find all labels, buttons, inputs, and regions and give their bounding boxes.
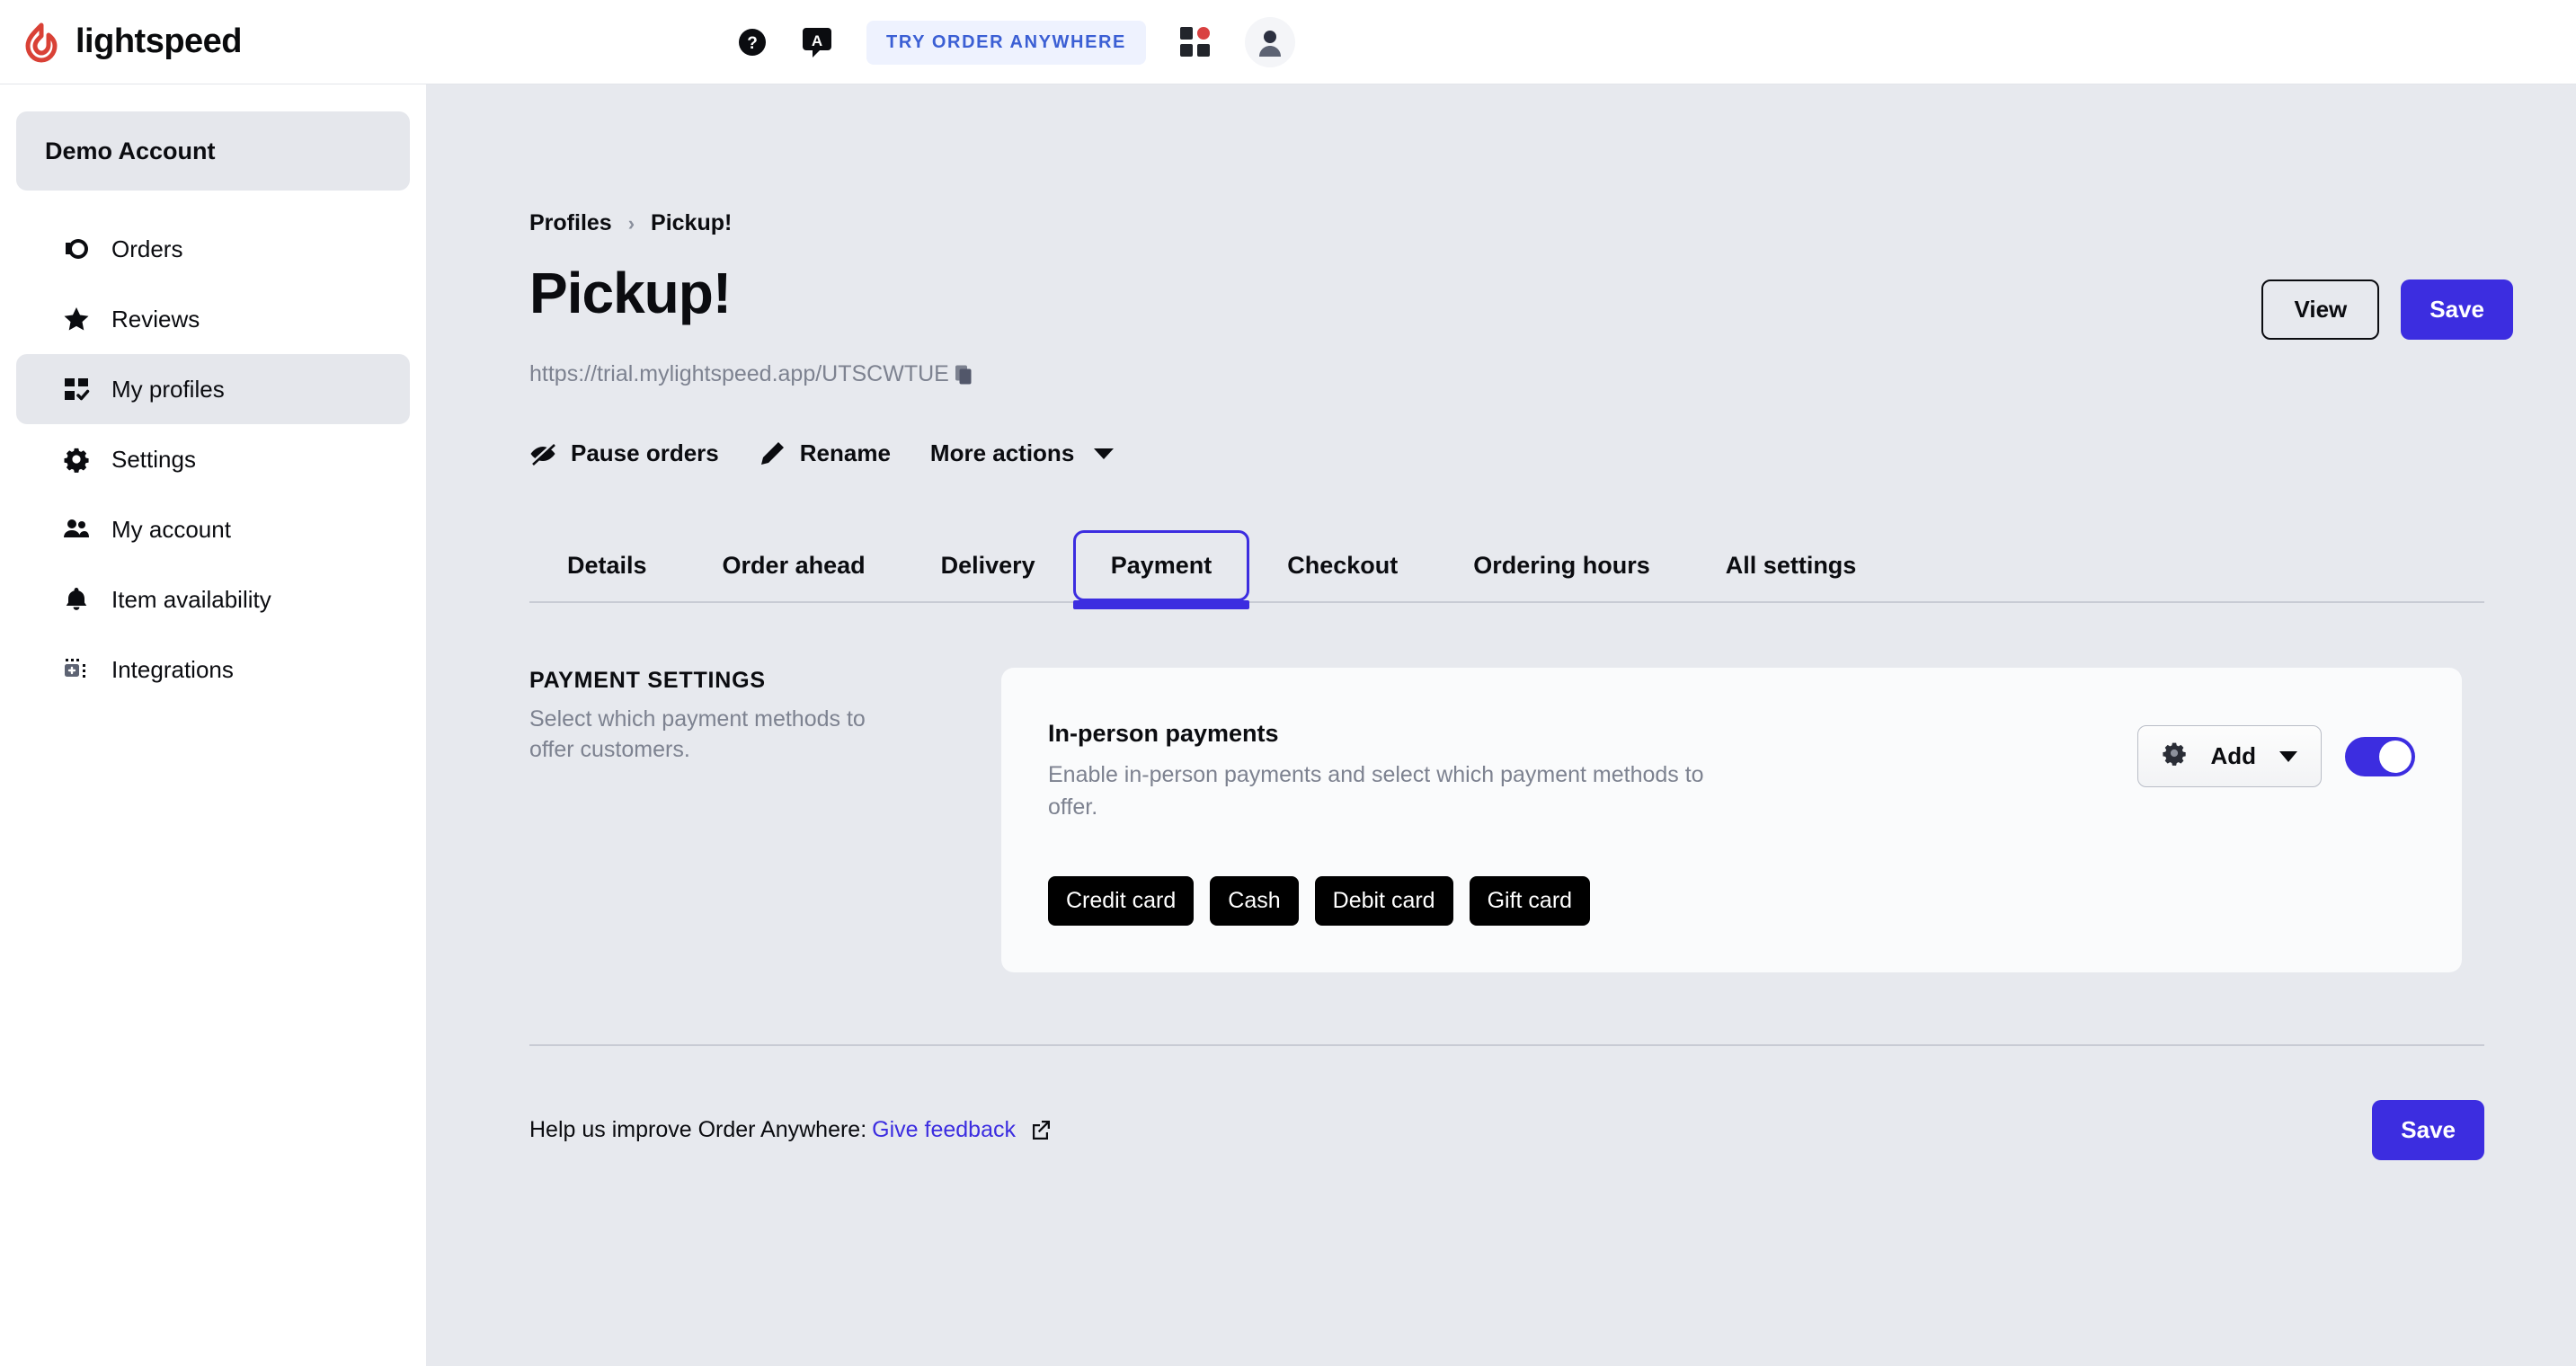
account-selector[interactable]: Demo Account bbox=[16, 111, 410, 191]
breadcrumb-current: Pickup! bbox=[651, 210, 733, 235]
sidebar-item-label: Reviews bbox=[111, 305, 200, 333]
sidebar-nav: Orders Reviews My profiles Settings My a… bbox=[0, 214, 426, 705]
give-feedback-link[interactable]: Give feedback bbox=[872, 1117, 1016, 1143]
chip-debit-card[interactable]: Debit card bbox=[1314, 875, 1453, 926]
profiles-grid-icon bbox=[63, 376, 90, 403]
gear-icon bbox=[63, 446, 90, 473]
top-bar-actions: ? A TRY ORDER ANYWHERE bbox=[737, 0, 1295, 84]
card-header-row: In-person payments Enable in-person paym… bbox=[1048, 720, 2415, 824]
feedback-prompt: Help us improve Order Anywhere: bbox=[529, 1116, 867, 1142]
breadcrumb: Profiles › Pickup! bbox=[529, 210, 2513, 236]
payment-settings-section: PAYMENT SETTINGS Select which payment me… bbox=[529, 668, 2513, 972]
settings-tabs: Details Order ahead Delivery Payment Che… bbox=[529, 530, 2484, 609]
svg-text:?: ? bbox=[747, 34, 758, 53]
sidebar-item-label: Settings bbox=[111, 445, 196, 473]
top-bar: lightspeed ? A TRY ORDER ANYWHERE bbox=[0, 0, 2576, 84]
app-switcher-grid-icon[interactable] bbox=[1180, 27, 1211, 58]
chip-credit-card[interactable]: Credit card bbox=[1048, 875, 1195, 926]
toggle-knob bbox=[2379, 740, 2412, 773]
tab-all-settings[interactable]: All settings bbox=[1688, 530, 1895, 601]
breadcrumb-parent[interactable]: Profiles bbox=[529, 210, 612, 236]
more-actions-button[interactable]: More actions bbox=[929, 439, 1115, 467]
action-label: Rename bbox=[799, 439, 891, 466]
sidebar: Demo Account Orders Reviews My profiles … bbox=[0, 84, 426, 1366]
chip-cash[interactable]: Cash bbox=[1210, 875, 1299, 926]
sidebar-item-integrations[interactable]: Integrations bbox=[16, 634, 410, 705]
pause-orders-button[interactable]: Pause orders bbox=[529, 439, 719, 467]
add-payment-method-button[interactable]: Add bbox=[2137, 725, 2322, 787]
sidebar-item-item-availability[interactable]: Item availability bbox=[16, 564, 410, 634]
card-text-column: In-person payments Enable in-person paym… bbox=[1048, 720, 1731, 824]
sidebar-item-label: Orders bbox=[111, 235, 183, 262]
card-controls: Add bbox=[2137, 720, 2415, 787]
footer-divider bbox=[529, 1043, 2484, 1046]
chevron-right-icon: › bbox=[627, 211, 635, 235]
try-order-anywhere-button[interactable]: TRY ORDER ANYWHERE bbox=[866, 20, 1146, 65]
sidebar-item-settings[interactable]: Settings bbox=[16, 424, 410, 494]
sidebar-item-label: Integrations bbox=[111, 655, 234, 683]
help-circle-icon[interactable]: ? bbox=[737, 27, 768, 58]
sidebar-item-orders[interactable]: Orders bbox=[16, 214, 410, 284]
tab-details[interactable]: Details bbox=[529, 530, 685, 601]
eye-slash-icon bbox=[529, 440, 556, 467]
action-label: More actions bbox=[929, 439, 1075, 466]
external-link-icon[interactable] bbox=[1030, 1119, 1052, 1140]
bell-icon bbox=[63, 586, 90, 613]
action-label: Pause orders bbox=[571, 439, 719, 466]
page-header-actions: View Save bbox=[2261, 263, 2513, 340]
gear-icon bbox=[2162, 741, 2187, 772]
sidebar-item-reviews[interactable]: Reviews bbox=[16, 284, 410, 354]
section-title: PAYMENT SETTINGS bbox=[529, 668, 766, 693]
people-icon bbox=[63, 516, 90, 543]
in-person-payments-card: In-person payments Enable in-person paym… bbox=[1001, 668, 2462, 972]
sidebar-item-label: My profiles bbox=[111, 375, 225, 403]
user-avatar-icon[interactable] bbox=[1245, 17, 1295, 67]
sidebar-item-my-account[interactable]: My account bbox=[16, 494, 410, 564]
sidebar-item-label: Item availability bbox=[111, 585, 271, 613]
tab-checkout[interactable]: Checkout bbox=[1249, 530, 1435, 601]
sidebar-item-label: My account bbox=[111, 515, 231, 543]
add-button-label: Add bbox=[2210, 742, 2256, 769]
profile-url-row: https://trial.mylightspeed.app/UTSCWTUE bbox=[529, 361, 2513, 387]
tab-delivery[interactable]: Delivery bbox=[903, 530, 1073, 601]
rename-button[interactable]: Rename bbox=[759, 439, 891, 467]
section-description: Select which payment methods to offer cu… bbox=[529, 706, 866, 762]
footer: Help us improve Order Anywhere: Give fee… bbox=[529, 1099, 2484, 1160]
tab-payment[interactable]: Payment bbox=[1072, 530, 1250, 609]
chat-translate-icon[interactable]: A bbox=[802, 26, 832, 58]
brand-logo[interactable]: lightspeed bbox=[22, 22, 243, 63]
payment-method-chips: Credit card Cash Debit card Gift card bbox=[1048, 875, 2415, 926]
page-header: Pickup! View Save bbox=[529, 261, 2513, 340]
card-description: Enable in-person payments and select whi… bbox=[1048, 762, 1704, 820]
tab-ordering-hours[interactable]: Ordering hours bbox=[1435, 530, 1688, 601]
in-person-payments-toggle[interactable] bbox=[2345, 736, 2415, 776]
chip-gift-card[interactable]: Gift card bbox=[1469, 875, 1591, 926]
page-title: Pickup! bbox=[529, 261, 732, 325]
star-icon bbox=[63, 306, 90, 333]
brand-name: lightspeed bbox=[76, 22, 243, 60]
lightspeed-flame-icon bbox=[22, 22, 63, 63]
profile-url: https://trial.mylightspeed.app/UTSCWTUE bbox=[529, 361, 949, 386]
chevron-down-icon bbox=[1094, 448, 1115, 459]
orders-icon bbox=[63, 235, 90, 262]
sidebar-item-my-profiles[interactable]: My profiles bbox=[16, 354, 410, 424]
main-content: Profiles › Pickup! Pickup! View Save htt… bbox=[426, 84, 2576, 1366]
pencil-icon bbox=[759, 440, 786, 467]
tab-order-ahead[interactable]: Order ahead bbox=[685, 530, 903, 601]
svg-text:A: A bbox=[812, 32, 822, 49]
integrations-icon bbox=[63, 656, 90, 683]
save-button-bottom[interactable]: Save bbox=[2372, 1099, 2484, 1160]
save-button-top[interactable]: Save bbox=[2401, 279, 2513, 340]
card-title: In-person payments bbox=[1048, 720, 1279, 747]
view-button[interactable]: View bbox=[2261, 279, 2380, 340]
section-sidebar: PAYMENT SETTINGS Select which payment me… bbox=[529, 668, 947, 972]
profile-action-bar: Pause orders Rename More actions bbox=[529, 439, 2513, 467]
copy-icon[interactable] bbox=[953, 364, 974, 386]
chevron-down-icon bbox=[2279, 750, 2297, 762]
